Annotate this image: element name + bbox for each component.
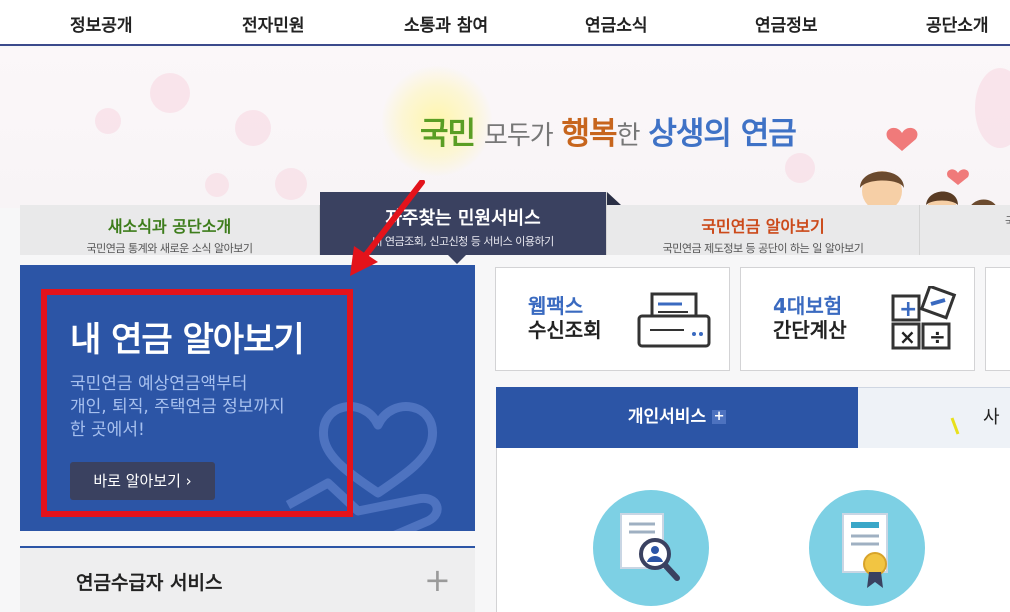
nav-item-about[interactable]: 공단소개: [926, 11, 989, 36]
tab-title: 국민연금 알아보기: [701, 217, 825, 236]
slogan-word: 상생의 연금: [648, 116, 796, 152]
learn-now-button[interactable]: 바로 알아보기 ›: [70, 462, 215, 500]
subscription-lookup-button[interactable]: [593, 490, 709, 606]
certificate-icon: [842, 513, 888, 588]
decor-blob: [785, 153, 815, 183]
card-subtitle: 수신조회: [528, 318, 602, 342]
promo-desc-line: 개인, 퇴직, 주택연금 정보까지: [70, 397, 285, 417]
document-search-icon: [620, 513, 680, 581]
tab-description: 국민연금 통계와 새로운 소식 알아보기: [86, 242, 253, 255]
nav-item-e-civil-service[interactable]: 전자민원: [242, 11, 305, 36]
heart-hand-icon: [285, 402, 442, 531]
tab-personal-services[interactable]: 개인서비스 +: [496, 387, 858, 457]
tab-description: 국민연금 제도정보 등 공단이 하는 일 알아보기: [662, 242, 864, 255]
decor-blob: [205, 173, 229, 197]
partial-card[interactable]: [985, 267, 1010, 371]
decor-blob: [235, 110, 271, 146]
slogan-word: 한: [616, 121, 641, 151]
webfax-card[interactable]: 웹팩스 수신조회: [495, 267, 730, 371]
fax-icon: [637, 292, 711, 348]
promo-title: 내 연금 알아보기: [70, 320, 305, 360]
promo-desc-line: 국민연금 예상연금액부터: [70, 374, 248, 394]
svg-text:÷: ÷: [929, 325, 946, 349]
decor-blob: [275, 168, 307, 200]
tab-description: 국: [1005, 213, 1010, 229]
plus-icon: +: [712, 409, 727, 424]
yellow-mark-icon: [950, 417, 960, 435]
nav-item-communication[interactable]: 소통과 참여: [404, 11, 488, 36]
decor-blob: [150, 73, 190, 113]
pension-recipient-accordion[interactable]: 연금수급자 서비스 +: [20, 546, 475, 612]
tab-label: 개인서비스: [627, 407, 707, 427]
promo-desc-line: 한 곳에서!: [70, 420, 145, 440]
service-tabs: 개인서비스 + 사업: [496, 387, 1010, 488]
nav-item-pension-info[interactable]: 연금정보: [755, 11, 818, 36]
tab-fold-decor: [607, 192, 621, 205]
svg-text:+: +: [899, 297, 917, 322]
hero-slogan: 국민 모두가 행복한 상생의 연금: [420, 108, 797, 153]
slogan-word: 국민: [420, 116, 476, 152]
tab-business-services[interactable]: 사업: [858, 387, 1010, 488]
certificate-issue-button[interactable]: [809, 490, 925, 606]
expand-plus-icon[interactable]: +: [424, 561, 451, 599]
calculator-icon: + × ÷: [891, 286, 957, 350]
tab-learn-pension[interactable]: 국민연금 알아보기 국민연금 제도정보 등 공단이 하는 일 알아보기: [607, 205, 920, 255]
nav-item-info-disclosure[interactable]: 정보공개: [70, 11, 133, 36]
card-subtitle: 간단계산: [773, 318, 847, 342]
svg-text:×: ×: [899, 325, 916, 349]
slogan-word: 행복: [561, 116, 618, 152]
tab-partial[interactable]: 국: [920, 205, 1010, 255]
family-illustration: [860, 127, 998, 208]
top-navigation: 정보공개 전자민원 소통과 참여 연금소식 연금정보 공단소개: [0, 0, 1010, 46]
insurance-calc-card[interactable]: 4대보험 간단계산 + × ÷: [740, 267, 975, 371]
personal-services-panel: [496, 448, 1010, 612]
nav-item-pension-news[interactable]: 연금소식: [585, 11, 648, 36]
accordion-label: 연금수급자 서비스: [76, 572, 223, 594]
promo-description: 국민연금 예상연금액부터 개인, 퇴직, 주택연금 정보까지 한 곳에서!: [70, 373, 285, 442]
red-arrow-icon: [350, 180, 425, 276]
slogan-word: 모두가: [483, 121, 554, 151]
my-pension-promo: 내 연금 알아보기 국민연금 예상연금액부터 개인, 퇴직, 주택연금 정보까지…: [20, 265, 475, 531]
hero-banner: 국민 모두가 행복한 상생의 연금: [0, 48, 1010, 208]
decor-blob: [95, 108, 121, 134]
tab-title: 새소식과 공단소개: [107, 217, 232, 236]
tab-news-and-about[interactable]: 새소식과 공단소개 국민연금 통계와 새로운 소식 알아보기: [20, 205, 320, 255]
